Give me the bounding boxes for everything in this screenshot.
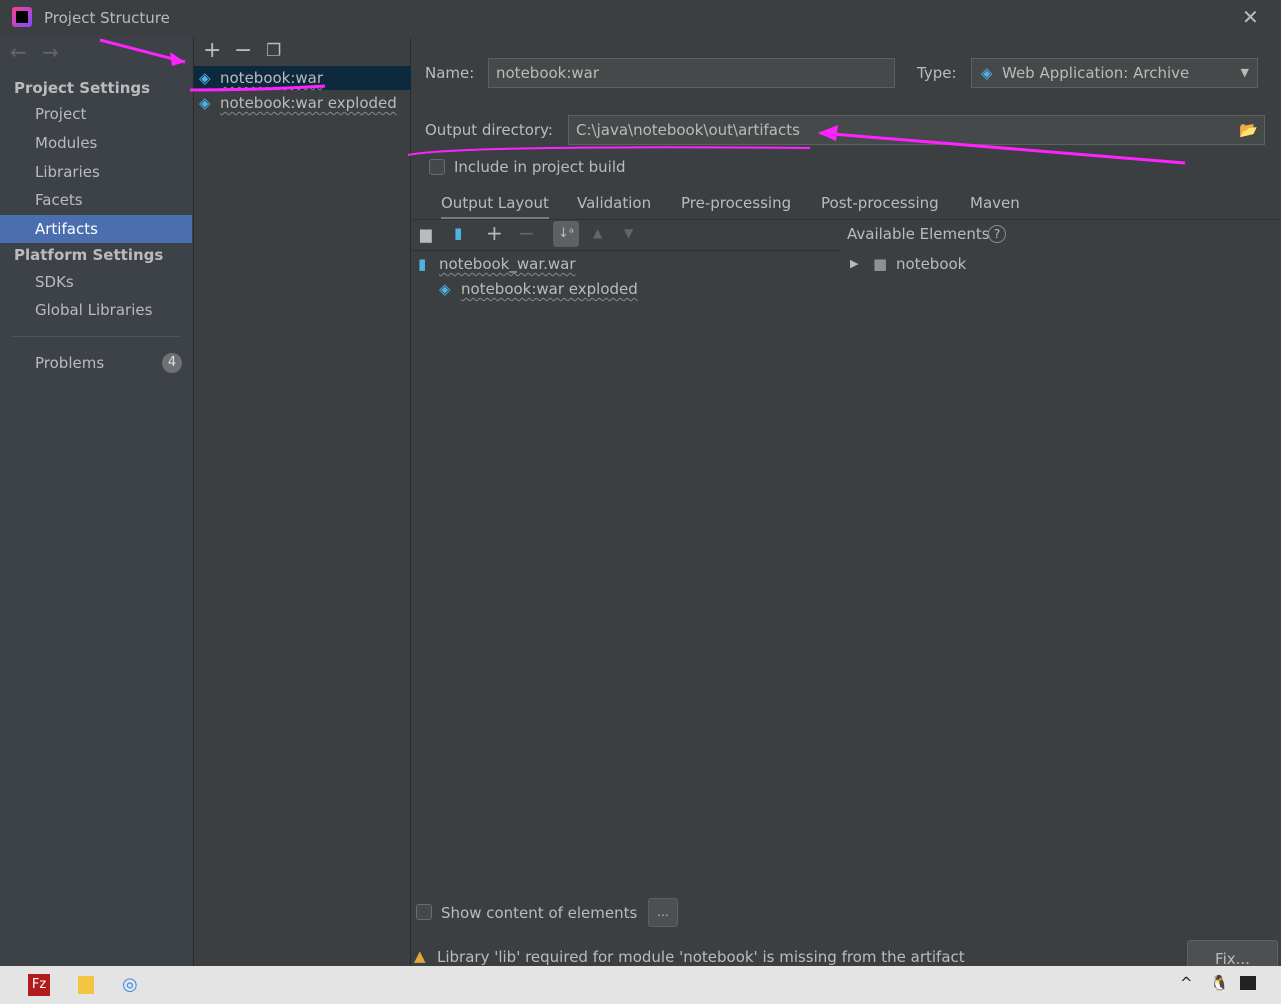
forward-icon[interactable]: → — [42, 40, 59, 64]
qq-icon[interactable]: 🐧 — [1210, 974, 1229, 992]
section-project-settings: Project Settings — [14, 79, 151, 97]
available-elements-label: Available Elements — [847, 225, 990, 243]
window-title: Project Structure — [44, 9, 170, 27]
artifact-list-panel: + − ❐ ◈ notebook:war ◈ notebook:war explod… — [193, 38, 411, 966]
title-bar: Project Structure ✕ — [0, 0, 1281, 38]
browser-icon[interactable]: ◎ — [122, 974, 138, 995]
divider — [412, 250, 842, 251]
move-down-icon[interactable]: ▼ — [624, 226, 633, 240]
help-icon[interactable]: ? — [988, 225, 1006, 243]
divider — [412, 219, 1281, 220]
archive-icon[interactable]: ▮ — [454, 224, 462, 242]
sidebar-item-problems[interactable]: Problems 4 — [0, 349, 192, 377]
remove-icon[interactable]: − — [234, 38, 252, 63]
create-directory-icon[interactable]: ▆ — [420, 225, 432, 243]
artifact-item[interactable]: ◈ notebook:war exploded — [194, 91, 411, 115]
web-artifact-icon: ◈ — [439, 280, 451, 298]
layout-tree-item[interactable]: notebook_war.war — [439, 255, 576, 273]
warning-message: Library 'lib' required for module 'noteb… — [437, 948, 965, 966]
move-up-icon[interactable]: ▲ — [593, 226, 602, 240]
sidebar-item-facets[interactable]: Facets — [0, 186, 192, 214]
tray-expand-icon[interactable]: ^ — [1180, 974, 1193, 992]
back-icon[interactable]: ← — [10, 40, 27, 64]
tab-post-processing[interactable]: Post-processing — [821, 194, 939, 220]
browse-folder-icon[interactable]: 📂 — [1239, 116, 1258, 144]
name-input[interactable]: notebook:war — [488, 58, 895, 88]
problems-count-badge: 4 — [162, 353, 182, 373]
sidebar-item-libraries[interactable]: Libraries — [0, 158, 192, 186]
remove-element-icon[interactable]: − — [518, 221, 535, 245]
expand-arrow-icon[interactable]: ▶ — [850, 257, 858, 270]
artifact-label: notebook:war exploded — [220, 94, 397, 112]
type-select[interactable]: ◈ Web Application: Archive ▼ — [971, 58, 1258, 88]
type-value: Web Application: Archive — [1002, 64, 1190, 82]
add-icon[interactable]: + — [203, 38, 221, 63]
divider — [12, 336, 180, 337]
filezilla-icon[interactable]: Fz — [28, 974, 50, 996]
section-platform-settings: Platform Settings — [14, 246, 164, 264]
output-directory-value: C:\java\notebook\out\artifacts — [576, 121, 800, 139]
available-element-notebook[interactable]: notebook — [896, 255, 966, 273]
type-label: Type: — [917, 64, 957, 82]
intellij-logo-icon — [12, 7, 32, 27]
output-directory-label: Output directory: — [425, 121, 553, 139]
sidebar-item-sdks[interactable]: SDKs — [0, 268, 192, 296]
sidebar: ← → Project Settings Project Modules Lib… — [0, 38, 192, 966]
tab-maven[interactable]: Maven — [970, 194, 1020, 220]
artifact-details: Name: notebook:war Type: ◈ Web Applicatio… — [412, 38, 1281, 970]
sidebar-item-global-libraries[interactable]: Global Libraries — [0, 296, 192, 324]
name-label: Name: — [425, 64, 475, 82]
tab-validation[interactable]: Validation — [577, 194, 651, 220]
show-content-checkbox[interactable] — [416, 904, 432, 920]
copy-icon[interactable]: ❐ — [266, 41, 281, 61]
tab-output-layout[interactable]: Output Layout — [441, 194, 549, 220]
add-element-icon[interactable]: + — [486, 221, 503, 245]
web-artifact-icon: ◈ — [981, 64, 993, 82]
include-in-build-label: Include in project build — [454, 158, 626, 176]
chevron-down-icon: ▼ — [1240, 66, 1249, 79]
artifact-item[interactable]: ◈ notebook:war — [194, 66, 411, 90]
sidebar-item-project[interactable]: Project — [0, 100, 192, 128]
sidebar-item-modules[interactable]: Modules — [0, 129, 192, 157]
battery-icon[interactable] — [1240, 976, 1256, 990]
close-icon[interactable]: ✕ — [1242, 5, 1259, 29]
taskbar: Fz ◎ ^ 🐧 — [0, 966, 1281, 1004]
include-in-build-checkbox[interactable] — [429, 159, 445, 175]
sidebar-item-artifacts[interactable]: Artifacts — [0, 215, 192, 243]
file-explorer-icon[interactable] — [78, 976, 94, 994]
module-folder-icon: ■ — [873, 255, 888, 273]
web-artifact-icon: ◈ — [199, 69, 211, 87]
archive-icon: ▮ — [418, 255, 427, 273]
web-artifact-icon: ◈ — [199, 94, 211, 112]
artifact-label: notebook:war — [220, 69, 324, 87]
more-button[interactable]: ... — [648, 898, 678, 927]
tab-pre-processing[interactable]: Pre-processing — [681, 194, 791, 220]
show-content-label: Show content of elements — [441, 904, 638, 922]
sort-icon[interactable]: ↓ᵃ — [553, 221, 579, 247]
warning-icon: ▲ — [414, 947, 426, 965]
output-directory-input[interactable]: C:\java\notebook\out\artifacts 📂 — [568, 115, 1265, 145]
problems-label: Problems — [35, 354, 105, 372]
layout-tree-item[interactable]: notebook:war exploded — [461, 280, 638, 298]
